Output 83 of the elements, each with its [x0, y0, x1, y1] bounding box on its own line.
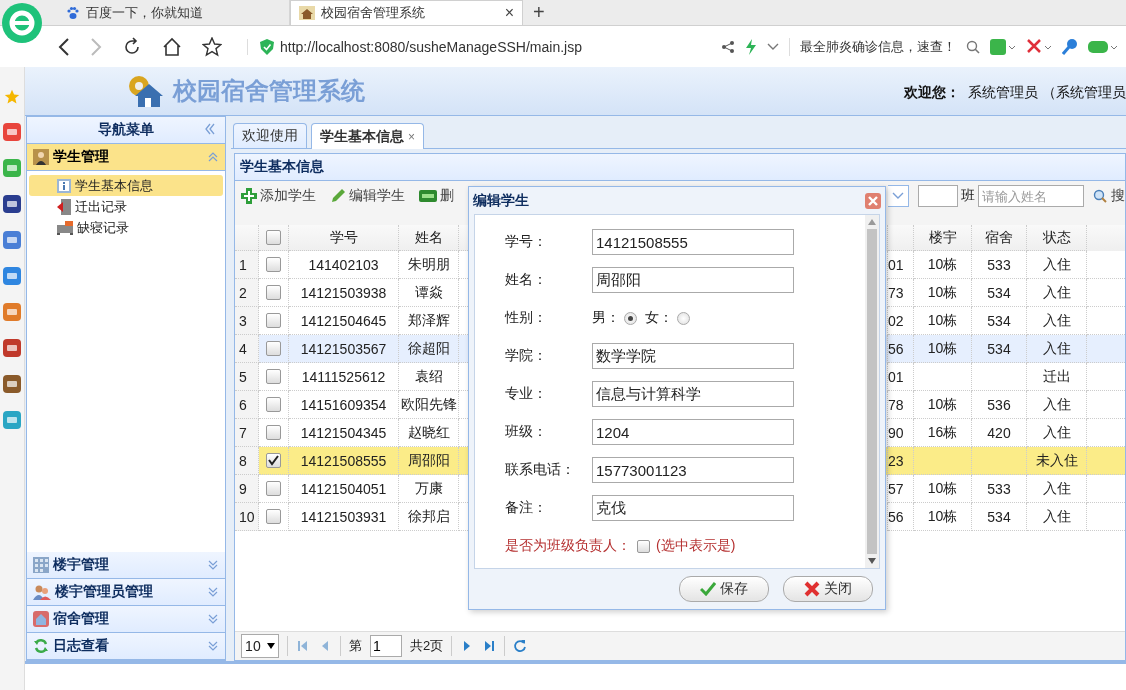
table-cell: 郑泽辉 — [407, 311, 450, 330]
table-cell: 14121503567 — [300, 340, 387, 357]
table-cell: 10栋 — [927, 255, 958, 274]
panel-title: 学生基本信息 — [240, 158, 324, 176]
table-cell: 入住 — [1042, 283, 1071, 302]
table-cell: 10栋 — [927, 283, 958, 302]
row-number: 8 — [235, 447, 259, 475]
table-cell: 14121508555 — [300, 452, 387, 469]
table-cell: 周邵阳 — [407, 451, 450, 470]
field-label: 学号： — [505, 233, 548, 251]
table-cell: 入住 — [1042, 311, 1071, 330]
table-cell: 14121503931 — [300, 508, 387, 525]
page-total: 共2页 — [410, 637, 444, 655]
table-cell: 14121504645 — [300, 312, 387, 329]
table-cell: 73 — [888, 284, 904, 301]
row-number: 1 — [235, 251, 259, 279]
table-cell: 入住 — [1042, 423, 1071, 442]
table-cell: 14111525612 — [301, 368, 386, 385]
table-cell: 534 — [987, 340, 1011, 357]
class-suffix: 班 — [961, 187, 975, 205]
table-cell: 入住 — [1042, 507, 1071, 526]
table-cell: 533 — [987, 256, 1011, 273]
table-cell: 01 — [888, 368, 904, 385]
table-cell: 10栋 — [927, 479, 958, 498]
welcome-label: 欢迎您： — [904, 84, 961, 102]
nav-title: 导航菜单 — [98, 121, 154, 139]
table-cell: 10栋 — [927, 507, 958, 526]
table-cell: 78 — [888, 396, 904, 413]
table-cell: 141402103 — [308, 256, 379, 273]
row-number: 5 — [235, 363, 259, 391]
table-cell: 迁出 — [1042, 367, 1071, 386]
table-cell: 16栋 — [927, 423, 958, 442]
table-cell: 袁绍 — [414, 367, 443, 386]
table-cell: 欧阳先锋 — [400, 395, 457, 414]
table-cell: 入住 — [1042, 479, 1071, 498]
option-label: 男： — [592, 309, 620, 327]
table-cell: 万康 — [414, 479, 443, 498]
table-cell: 14121504051 — [300, 480, 387, 497]
option-label: 女： — [645, 309, 673, 327]
table-cell: 534 — [987, 312, 1011, 329]
field-label: 性别： — [505, 309, 548, 327]
row-number: 9 — [235, 475, 259, 503]
table-cell: 23 — [888, 452, 904, 469]
app-title: 校园宿舍管理系统 — [173, 76, 365, 106]
row-number: 10 — [235, 503, 259, 531]
table-cell: 未入住 — [1035, 451, 1078, 470]
row-number: 7 — [235, 419, 259, 447]
row-number: 3 — [235, 307, 259, 335]
user-name: 系统管理员 （系统管理员 — [968, 84, 1126, 102]
table-cell: 14121503938 — [300, 284, 387, 301]
table-cell: 14121504345 — [300, 424, 387, 441]
table-cell: 02 — [888, 312, 904, 329]
field-label: 学院： — [505, 347, 548, 365]
row-number: 2 — [235, 279, 259, 307]
table-cell: 534 — [987, 508, 1011, 525]
table-cell: 90 — [888, 424, 904, 441]
table-cell: 533 — [987, 480, 1011, 497]
table-cell: 14151609354 — [300, 396, 387, 413]
row-number: 6 — [235, 391, 259, 419]
table-cell: 10栋 — [927, 395, 958, 414]
row-number: 4 — [235, 335, 259, 363]
table-cell: 534 — [987, 284, 1011, 301]
table-cell: 入住 — [1042, 339, 1071, 358]
table-cell: 420 — [987, 424, 1011, 441]
field-label: 班级： — [505, 423, 548, 441]
table-cell: 56 — [888, 340, 904, 357]
page-label: 第 — [349, 637, 362, 655]
hint-text: (选中表示是) — [656, 537, 736, 555]
table-cell: 入住 — [1042, 395, 1071, 414]
dialog-title: 编辑学生 — [473, 191, 529, 210]
field-label: 是否为班级负责人： — [505, 537, 631, 555]
table-cell: 536 — [987, 396, 1011, 413]
table-cell: 入住 — [1042, 255, 1071, 274]
table-cell: 朱明朋 — [407, 255, 450, 274]
table-cell: 01 — [888, 256, 904, 273]
table-cell: 谭焱 — [414, 283, 443, 302]
table-cell: 徐邦启 — [407, 507, 450, 526]
table-cell: 徐超阳 — [407, 339, 450, 358]
table-cell: 10栋 — [927, 311, 958, 330]
table-cell: 10栋 — [927, 339, 958, 358]
table-cell: 57 — [888, 480, 904, 497]
table-cell: 赵晓红 — [407, 423, 450, 442]
table-cell: 56 — [888, 508, 904, 525]
